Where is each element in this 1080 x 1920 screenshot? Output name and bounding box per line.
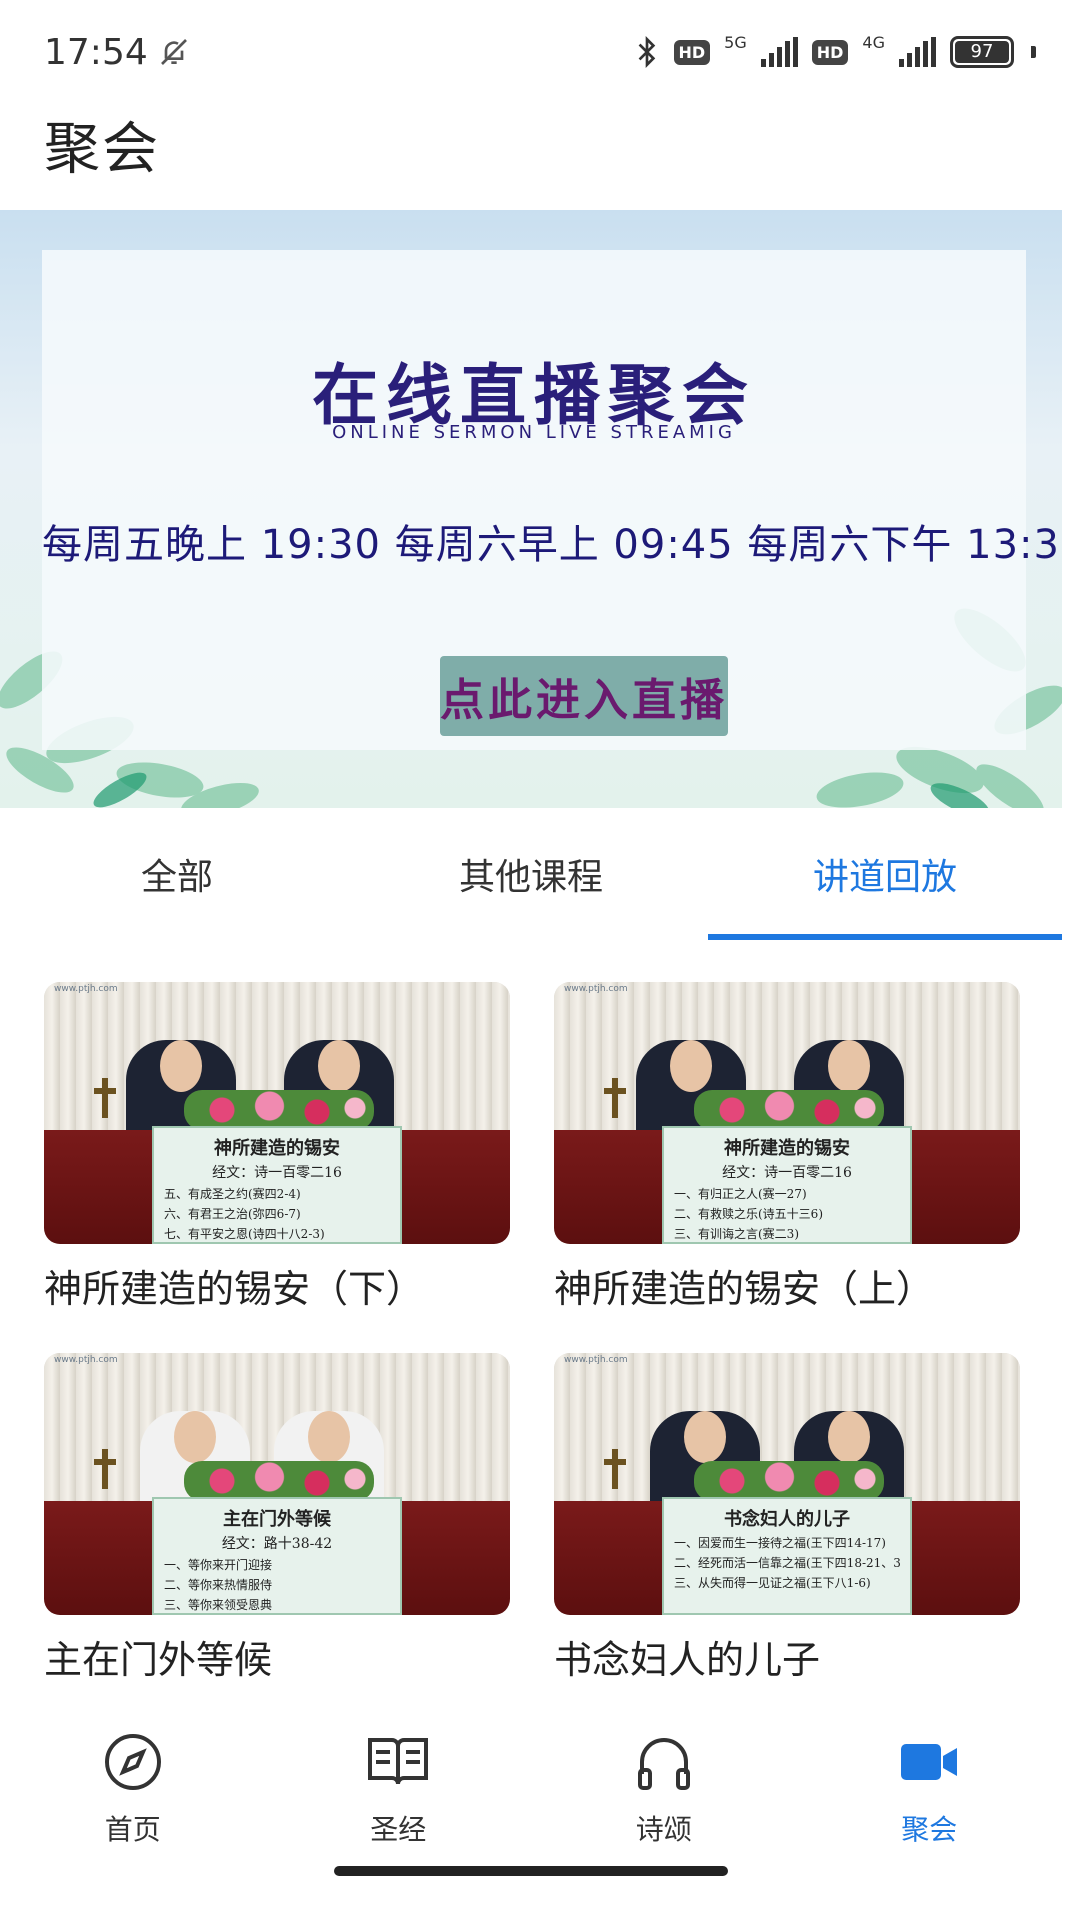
- tab-all[interactable]: 全部: [0, 808, 354, 940]
- video-card[interactable]: www.ptjh.com 主在门外等候 经文：路十38-42 一、等你来开门迎接…: [44, 1353, 510, 1684]
- video-title[interactable]: 神所建造的锡安（上）: [554, 1258, 1020, 1313]
- battery-icon: 97: [950, 36, 1014, 68]
- bottom-nav: 首页 圣经 诗颂 聚会: [0, 1706, 1062, 1866]
- nav-item-home[interactable]: 首页: [0, 1706, 266, 1866]
- bell-off-icon: [160, 39, 187, 65]
- video-title[interactable]: 神所建造的锡安（下）: [44, 1258, 510, 1313]
- headphones-icon: [637, 1738, 690, 1790]
- cross-icon: [604, 1449, 626, 1489]
- category-tabs: 全部 其他课程 讲道回放: [0, 808, 1062, 940]
- page-title: 聚会: [44, 117, 160, 182]
- sermon-board: 神所建造的锡安 经文：诗一百零二16 五、有成圣之约(赛四2-4) 六、有君王之…: [152, 1126, 402, 1244]
- cross-icon: [94, 1449, 116, 1489]
- nav-label: 首页: [104, 1813, 161, 1846]
- video-title[interactable]: 书念妇人的儿子: [554, 1629, 1020, 1684]
- video-thumbnail[interactable]: www.ptjh.com 主在门外等候 经文：路十38-42 一、等你来开门迎接…: [44, 1353, 510, 1615]
- tab-sermon-replay[interactable]: 讲道回放: [708, 808, 1062, 940]
- status-bar: 17:54 HD 5G HD 4G 97: [0, 0, 1080, 104]
- signal-4g-icon: [899, 37, 936, 67]
- banner-schedule: 每周五晚上 19:30 每周六早上 09:45 每周六下午 13:30: [42, 522, 1062, 568]
- network-4g-label: 4G: [862, 32, 885, 52]
- video-card[interactable]: www.ptjh.com 神所建造的锡安 经文：诗一百零二16 一、有归正之人(…: [554, 982, 1020, 1313]
- video-title[interactable]: 主在门外等候: [44, 1629, 510, 1684]
- cross-icon: [94, 1078, 116, 1118]
- banner-subtitle: ONLINE SERMON LIVE STREAMIG: [332, 422, 736, 443]
- nav-label: 聚会: [901, 1813, 958, 1846]
- sermon-board: 书念妇人的儿子 一、因爱而生一接待之福(王下四14-17) 二、经死而活一信靠之…: [662, 1497, 912, 1615]
- video-camera-icon: [901, 1744, 958, 1780]
- home-indicator[interactable]: [334, 1866, 728, 1876]
- sermon-board: 主在门外等候 经文：路十38-42 一、等你来开门迎接 二、等你来热情服侍 三、…: [152, 1497, 402, 1615]
- video-thumbnail[interactable]: www.ptjh.com 神所建造的锡安 经文：诗一百零二16 五、有成圣之约(…: [44, 982, 510, 1244]
- hd-icon: HD: [673, 39, 711, 65]
- nav-label: 圣经: [370, 1813, 427, 1846]
- live-stream-banner[interactable]: 在线直播聚会 ONLINE SERMON LIVE STREAMIG 每周五晚上…: [0, 210, 1062, 808]
- hd-icon: HD: [811, 39, 849, 65]
- status-time: 17:54: [44, 31, 148, 73]
- compass-icon: [104, 1734, 161, 1790]
- bluetooth-icon: [638, 36, 655, 68]
- network-5g-label: 5G: [724, 32, 747, 52]
- cross-icon: [604, 1078, 626, 1118]
- signal-5g-icon: [760, 37, 798, 67]
- video-card[interactable]: www.ptjh.com 书念妇人的儿子 一、因爱而生一接待之福(王下四14-1…: [554, 1353, 1020, 1684]
- sermon-board: 神所建造的锡安 经文：诗一百零二16 一、有归正之人(赛一27) 二、有救赎之乐…: [662, 1126, 912, 1244]
- book-icon: [368, 1738, 429, 1785]
- tab-other-courses[interactable]: 其他课程: [354, 808, 708, 940]
- video-grid: www.ptjh.com 神所建造的锡安 经文：诗一百零二16 五、有成圣之约(…: [44, 982, 1020, 1684]
- nav-item-meeting[interactable]: 聚会: [797, 1706, 1063, 1866]
- enter-live-button[interactable]: 点此进入直播: [440, 656, 728, 736]
- battery-level: 97: [955, 41, 1009, 63]
- video-card[interactable]: www.ptjh.com 神所建造的锡安 经文：诗一百零二16 五、有成圣之约(…: [44, 982, 510, 1313]
- banner-panel: 在线直播聚会 ONLINE SERMON LIVE STREAMIG 每周五晚上…: [42, 250, 1062, 750]
- video-thumbnail[interactable]: www.ptjh.com 神所建造的锡安 经文：诗一百零二16 一、有归正之人(…: [554, 982, 1020, 1244]
- nav-label: 诗颂: [635, 1813, 692, 1846]
- nav-item-hymns[interactable]: 诗颂: [531, 1706, 797, 1866]
- video-thumbnail[interactable]: www.ptjh.com 书念妇人的儿子 一、因爱而生一接待之福(王下四14-1…: [554, 1353, 1020, 1615]
- nav-item-bible[interactable]: 圣经: [266, 1706, 532, 1866]
